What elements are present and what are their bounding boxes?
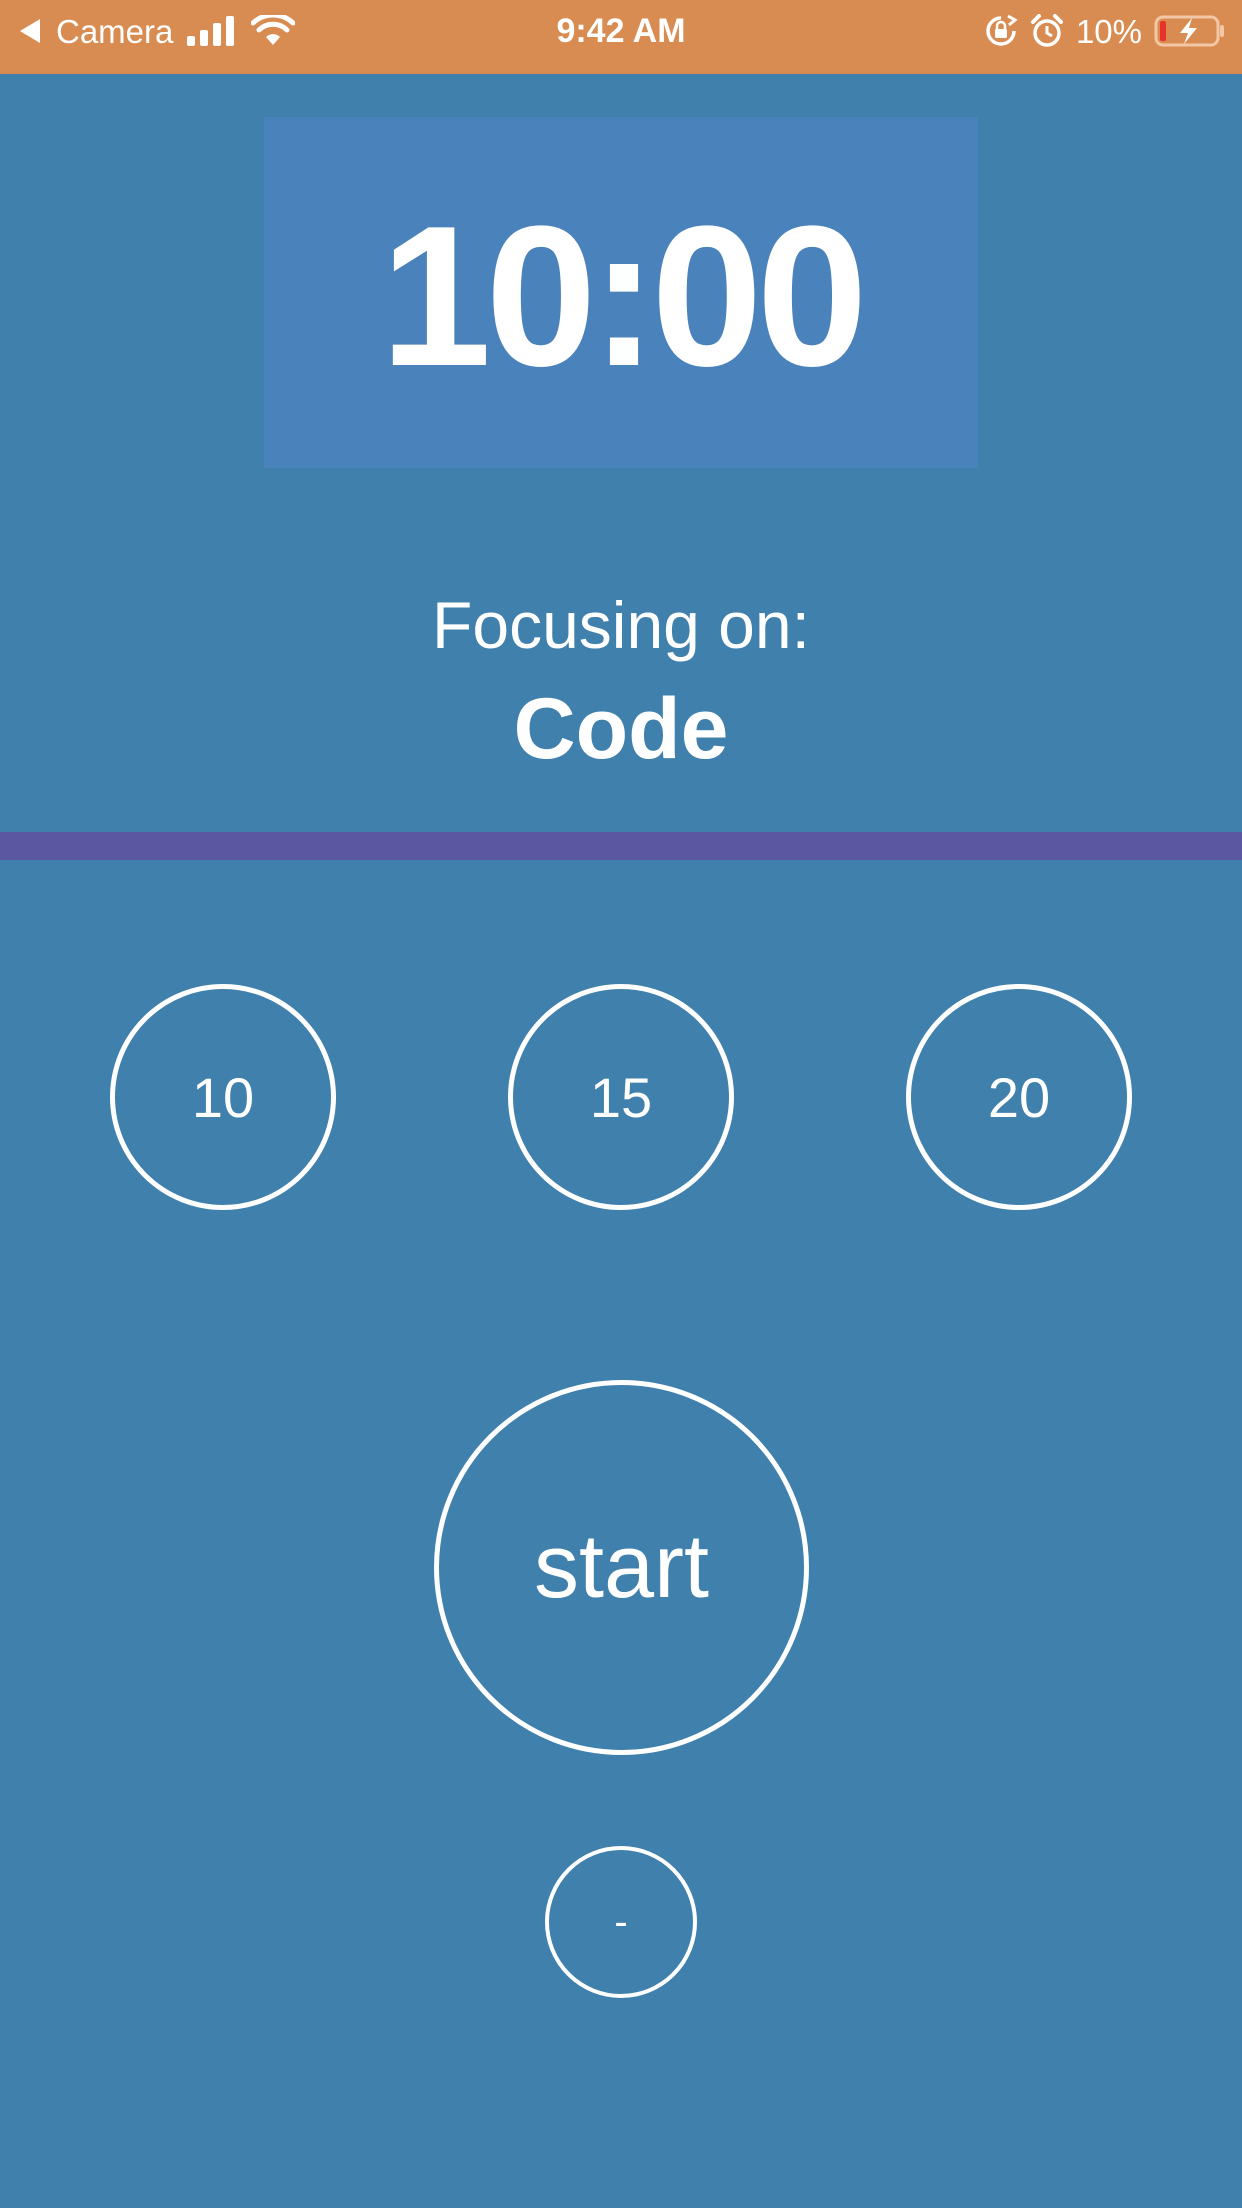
rotation-lock-icon <box>986 14 1018 46</box>
status-right: 10% <box>984 0 1226 62</box>
section-divider <box>0 832 1242 860</box>
preset-10-button[interactable]: 10 <box>110 984 336 1210</box>
status-bar: Camera 9:42 AM 10% <box>0 0 1242 74</box>
focus-label: Focusing on: <box>432 588 810 662</box>
timer-display: 10:00 <box>264 117 978 468</box>
start-button[interactable]: start <box>434 1380 809 1755</box>
timer-value: 10:00 <box>380 184 868 408</box>
preset-20-button[interactable]: 20 <box>906 984 1132 1210</box>
minus-button[interactable]: - <box>545 1846 697 1998</box>
preset-15-button[interactable]: 15 <box>508 984 734 1210</box>
app-screen: Camera 9:42 AM 10% 10:00 Focusing on: Co… <box>0 0 1242 2208</box>
battery-charging-icon <box>1154 15 1224 47</box>
alarm-icon <box>1030 14 1063 47</box>
focus-task: Code <box>513 681 729 777</box>
battery-percent: 10% <box>1075 12 1142 50</box>
